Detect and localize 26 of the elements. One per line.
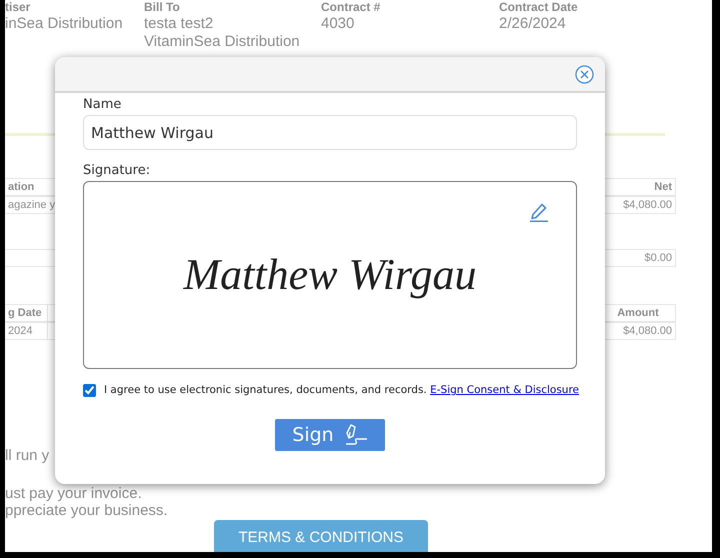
contract-date: 2/26/2024 (499, 14, 566, 34)
name-label: Name (83, 96, 122, 114)
pen-signing-icon (344, 424, 368, 446)
table-cell: 2024 (5, 322, 48, 340)
close-icon[interactable] (575, 64, 594, 84)
signature-label: Signature: (83, 162, 152, 180)
consent-link[interactable]: E-Sign Consent & Disclosure (430, 384, 580, 396)
advertiser-name: inSea Distribution (5, 14, 123, 34)
bill-to-line: testa test2 (144, 14, 214, 34)
column-header: Contract Date (499, 1, 578, 13)
pencil-icon[interactable] (529, 202, 549, 222)
column-header: Bill To (144, 1, 180, 13)
consent-text: I agree to use electronic signatures, documents, and records. E-Sign Consent & Disclosure (104, 383, 580, 398)
sign-button[interactable]: Sign (275, 418, 385, 451)
note-text: ll run y (5, 447, 50, 464)
note-text: ppreciate your business. (5, 502, 168, 519)
contract-number: 4030 (321, 14, 354, 34)
table-header: g Date (5, 304, 48, 322)
signature-text: Matthew Wirgau (184, 249, 476, 301)
bill-to-line: VitaminSea Distribution (144, 32, 300, 52)
consent-checkbox[interactable] (83, 384, 96, 398)
note-text: ust pay your invoice. (5, 485, 142, 502)
name-input[interactable]: Matthew Wirgau (83, 115, 577, 150)
signature-pad[interactable]: Matthew Wirgau (83, 181, 577, 369)
column-header: tiser (5, 1, 30, 13)
column-header: Contract # (321, 1, 380, 13)
